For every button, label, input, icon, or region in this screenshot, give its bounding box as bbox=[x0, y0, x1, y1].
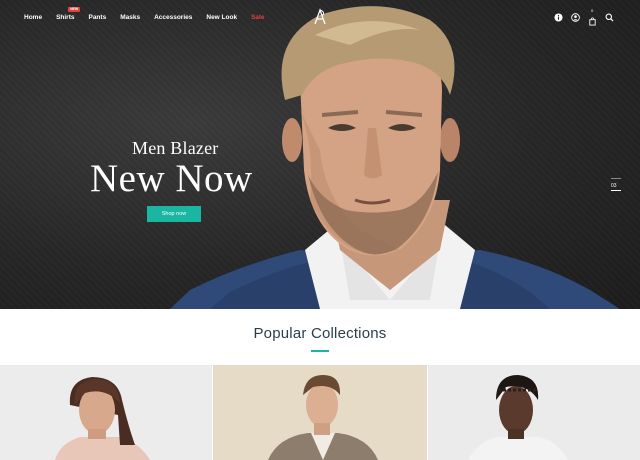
collection-image bbox=[268, 375, 378, 460]
slide-indicator[interactable]: 03 bbox=[611, 178, 623, 191]
main-nav: Home Shirts NEW Pants Masks Accessories … bbox=[24, 7, 278, 21]
collection-card-men-shirts[interactable] bbox=[428, 365, 640, 460]
search-icon[interactable] bbox=[605, 13, 614, 22]
title-underline bbox=[311, 350, 329, 352]
nav-item-shirts[interactable]: Shirts NEW bbox=[56, 7, 81, 21]
nav-item-masks[interactable]: Masks bbox=[120, 14, 140, 21]
nav-item-sale[interactable]: Sale bbox=[251, 14, 264, 21]
nav-item-pants[interactable]: Pants bbox=[88, 14, 106, 21]
slide-number: 03 bbox=[611, 183, 617, 189]
shop-now-button[interactable]: Shop now bbox=[147, 206, 201, 222]
collection-card-women[interactable] bbox=[0, 365, 212, 460]
hero-model-image bbox=[170, 6, 620, 309]
collection-image bbox=[468, 375, 568, 460]
nav-item-home[interactable]: Home bbox=[24, 14, 42, 21]
hero-title: New Now bbox=[90, 157, 253, 200]
brand-logo-icon[interactable] bbox=[312, 8, 328, 26]
slide-indicator-line bbox=[611, 178, 621, 179]
hero-banner: Home Shirts NEW Pants Masks Accessories … bbox=[0, 0, 640, 309]
nav-item-label: Shirts bbox=[56, 14, 75, 21]
header-icons: 0 bbox=[554, 8, 614, 26]
info-icon[interactable] bbox=[554, 13, 563, 22]
user-icon[interactable] bbox=[571, 13, 580, 22]
cart-icon[interactable]: 0 bbox=[588, 8, 597, 26]
collection-image bbox=[55, 377, 150, 460]
section-title: Popular Collections bbox=[253, 325, 387, 342]
nav-item-new-look[interactable]: New Look bbox=[206, 14, 237, 21]
nav-item-accessories[interactable]: Accessories bbox=[154, 14, 192, 21]
collection-card-men-casual[interactable] bbox=[213, 365, 427, 460]
slide-indicator-line-active bbox=[611, 190, 621, 191]
new-badge: NEW bbox=[68, 7, 81, 12]
cart-count: 0 bbox=[591, 8, 594, 13]
